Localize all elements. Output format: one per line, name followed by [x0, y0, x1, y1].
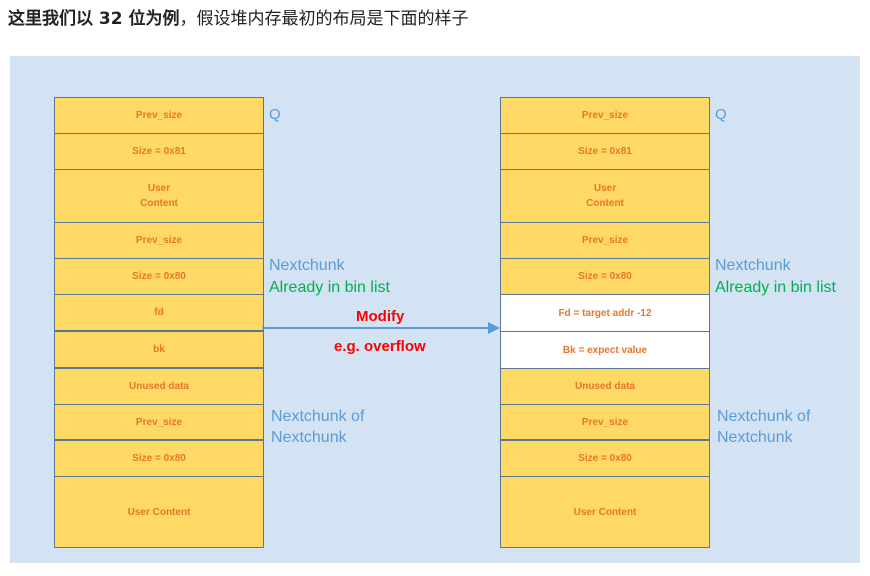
arrow-label-overflow: e.g. overflow: [334, 338, 426, 355]
right-cell-user-content: User Content: [501, 170, 709, 223]
left-cell-prev-size-3: Prev_size: [55, 405, 263, 441]
right-cell-user-content-2: User Content: [573, 506, 637, 518]
modify-arrow-head: [488, 322, 500, 334]
heading-rest: ，假设堆内存最初的布局是下面的样子: [179, 9, 469, 29]
right-cell-size-0x80: Size = 0x80: [501, 259, 709, 295]
left-nextchunk-of-label-2: Nextchunk: [271, 429, 347, 446]
left-cell-fd: fd: [55, 295, 263, 332]
right-cell-size-0x80-2: Size = 0x80: [501, 441, 709, 477]
left-nextchunk-label: Nextchunk: [269, 257, 345, 274]
right-q-label: Q: [715, 106, 727, 123]
right-cell-prev-size-3: Prev_size: [501, 405, 709, 441]
left-cell-user-content-2: User Content: [127, 506, 191, 518]
left-nextchunk-of-label: Nextchunk of: [271, 408, 365, 425]
heading-bold: 这里我们以 32 位为例: [8, 9, 180, 29]
right-cell-size-0x81: Size = 0x81: [501, 134, 709, 170]
left-cell-user-content: User Content: [55, 170, 263, 223]
left-cell-size-0x80-2: Size = 0x80: [55, 441, 263, 477]
left-already-in-bin-label: Already in bin list: [269, 279, 390, 296]
right-cell-prev-size-2: Prev_size: [501, 223, 709, 259]
right-already-in-bin-label: Already in bin list: [715, 279, 836, 296]
right-heap-chunks: Prev_size Size = 0x81 User Content Prev_…: [500, 97, 710, 548]
right-nextchunk-label: Nextchunk: [715, 257, 791, 274]
right-cell-unused-data: Unused data: [501, 369, 709, 405]
right-cell-prev-size: Prev_size: [501, 98, 709, 134]
right-cell-bk-expect: Bk = expect value: [501, 332, 709, 369]
arrow-label-modify: Modify: [356, 308, 405, 325]
right-cell-fd-target: Fd = target addr -12: [501, 295, 709, 332]
left-cell-unused-data: Unused data: [55, 369, 263, 405]
left-cell-prev-size-2: Prev_size: [55, 223, 263, 259]
left-cell-bk: bk: [55, 332, 263, 369]
left-cell-prev-size: Prev_size: [55, 98, 263, 134]
right-nextchunk-of-label-2: Nextchunk: [717, 429, 793, 446]
left-cell-size-0x81: Size = 0x81: [55, 134, 263, 170]
left-heap-chunks: Prev_size Size = 0x81 User Content Prev_…: [54, 97, 264, 548]
left-cell-size-0x80: Size = 0x80: [55, 259, 263, 295]
section-heading: 这里我们以 32 位为例，假设堆内存最初的布局是下面的样子: [8, 7, 469, 31]
right-nextchunk-of-label: Nextchunk of: [717, 408, 811, 425]
left-q-label: Q: [269, 106, 281, 123]
